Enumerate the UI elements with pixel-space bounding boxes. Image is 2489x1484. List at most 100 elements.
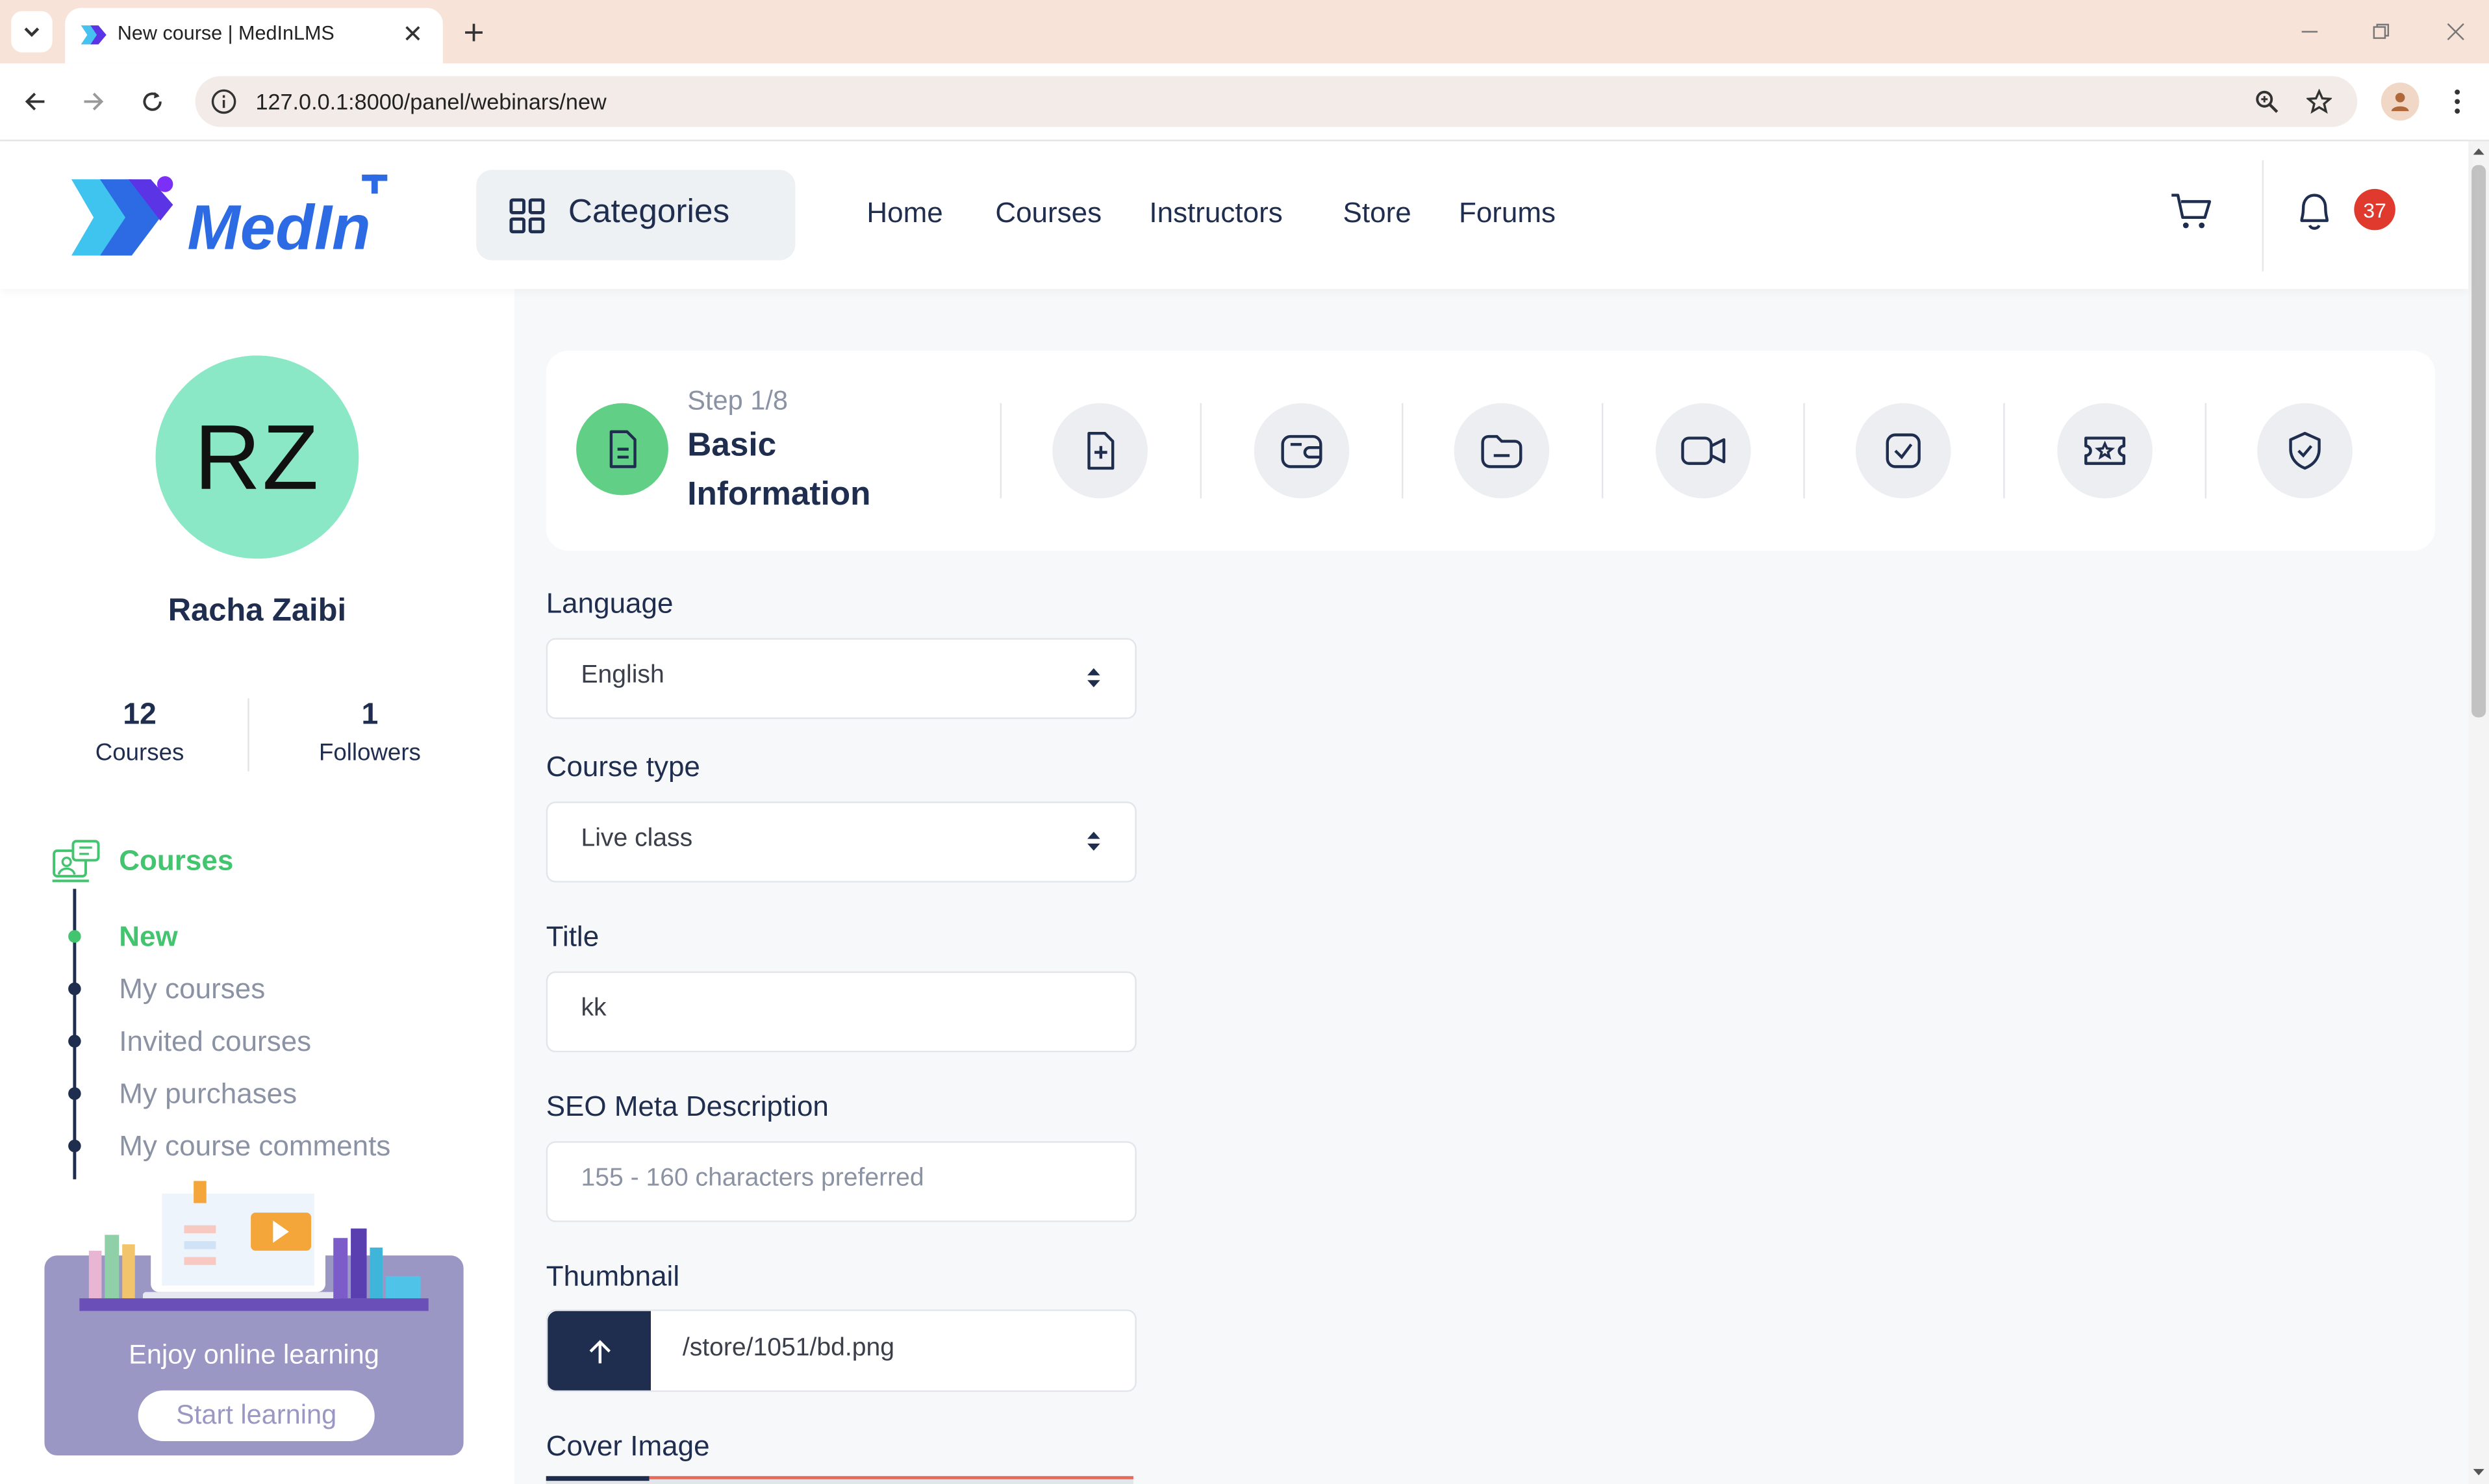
step-separator xyxy=(2205,403,2207,499)
thumbnail-input[interactable]: /store/1051/bd.png xyxy=(546,1309,1137,1392)
address-bar[interactable]: 127.0.0.1:8000/panel/webinars/new xyxy=(195,76,2358,127)
checkbox-icon[interactable] xyxy=(1855,403,1951,499)
plus-icon[interactable] xyxy=(457,16,489,47)
nav-home[interactable]: Home xyxy=(866,197,942,230)
tab-title: New course | MedInLMS xyxy=(117,22,335,45)
categories-button[interactable]: Categories xyxy=(476,170,796,260)
nav-instructors[interactable]: Instructors xyxy=(1149,197,1282,230)
stat-followers: 1 Followers xyxy=(251,698,489,766)
step-separator xyxy=(1601,403,1604,499)
title-value: kk xyxy=(581,995,607,1022)
sidebar-item-new[interactable]: New xyxy=(119,920,177,953)
file-text-icon[interactable] xyxy=(576,403,668,496)
scrollbar-thumb[interactable] xyxy=(2471,165,2486,718)
nav-store[interactable]: Store xyxy=(1343,197,1411,230)
logo-text: MedIn xyxy=(187,192,370,262)
cover-image-input[interactable] xyxy=(546,1476,1133,1484)
site-header: MedIn Categories Home Courses Instructor… xyxy=(0,141,2469,289)
seo-description-label: SEO Meta Description xyxy=(546,1090,829,1122)
folder-minus-icon[interactable] xyxy=(1454,403,1550,499)
browser-tab-strip: New course | MedInLMS xyxy=(0,0,2489,64)
forward-arrow-icon[interactable] xyxy=(76,84,111,119)
page: New course | MedInLMS 127.0.0.1:8000/pan… xyxy=(0,0,2489,1484)
window-close-icon[interactable] xyxy=(2440,16,2471,47)
tab-search-icon[interactable] xyxy=(11,11,53,53)
url-text: 127.0.0.1:8000/panel/webinars/new xyxy=(255,88,607,114)
thumbnail-path: /store/1051/bd.png xyxy=(682,1335,894,1362)
categories-label: Categories xyxy=(568,194,730,231)
wallet-icon[interactable] xyxy=(1254,403,1350,499)
browser-toolbar: 127.0.0.1:8000/panel/webinars/new xyxy=(0,63,2489,142)
stat-followers-value: 1 xyxy=(361,698,379,732)
cover-upload-button[interactable] xyxy=(546,1476,650,1481)
cover-error-border xyxy=(649,1476,1133,1479)
menu-dot xyxy=(68,982,81,996)
sidebar-item-invited-courses[interactable]: Invited courses xyxy=(119,1025,311,1059)
stat-followers-label: Followers xyxy=(318,739,421,767)
language-select[interactable]: English xyxy=(546,638,1137,720)
shield-check-icon[interactable] xyxy=(2257,403,2353,499)
avatar[interactable]: RZ xyxy=(155,355,359,559)
main-content: Step 1/8 Basic Information Language Engl… xyxy=(514,288,2469,1484)
step-title: Basic Information xyxy=(687,427,871,513)
ticket-star-icon[interactable] xyxy=(2057,403,2153,499)
sidebar-item-my-courses[interactable]: My courses xyxy=(119,973,265,1006)
nav-courses[interactable]: Courses xyxy=(995,197,1102,230)
seo-description-placeholder: 155 - 160 characters preferred xyxy=(581,1164,924,1192)
title-input[interactable]: kk xyxy=(546,971,1137,1053)
upload-button[interactable] xyxy=(548,1311,651,1390)
profile-icon[interactable] xyxy=(2381,82,2420,121)
menu-dot xyxy=(68,1035,81,1048)
user-name[interactable]: Racha Zaibi xyxy=(0,594,514,630)
browser-tab[interactable]: New course | MedInLMS xyxy=(65,8,443,64)
close-icon[interactable] xyxy=(398,19,427,47)
zoom-icon[interactable] xyxy=(2251,86,2282,118)
language-label: Language xyxy=(546,587,674,620)
step-separator xyxy=(1803,403,1805,499)
more-vertical-icon[interactable] xyxy=(2442,84,2473,119)
sidebar-item-my-course-comments[interactable]: My course comments xyxy=(119,1130,390,1163)
notification-badge[interactable]: 37 xyxy=(2354,188,2395,231)
grid-icon xyxy=(509,198,545,234)
course-type-value: Live class xyxy=(581,825,693,853)
medin-logo[interactable]: MedIn xyxy=(68,173,418,262)
start-learning-button[interactable]: Start learning xyxy=(138,1390,375,1442)
nav-forums[interactable]: Forums xyxy=(1459,197,1556,230)
bell-icon[interactable] xyxy=(2293,189,2335,233)
courses-menu-title[interactable]: Courses xyxy=(119,844,233,877)
menu-dot xyxy=(68,930,81,943)
page-scrollbar[interactable] xyxy=(2468,141,2489,1484)
arrow-up-icon xyxy=(588,1339,610,1363)
cart-icon[interactable] xyxy=(2168,189,2212,233)
stat-divider xyxy=(247,698,249,772)
cover-image-label: Cover Image xyxy=(546,1429,710,1462)
star-icon[interactable] xyxy=(2303,86,2335,118)
step-number: Step 1/8 xyxy=(687,385,788,416)
video-icon[interactable] xyxy=(1655,403,1751,499)
stat-courses: 12 Courses xyxy=(21,698,259,766)
promo-text: Enjoy online learning xyxy=(129,1339,379,1370)
select-arrows-icon xyxy=(1087,668,1100,688)
scroll-down-icon[interactable] xyxy=(2471,1465,2486,1479)
stat-courses-label: Courses xyxy=(95,739,184,767)
info-icon[interactable] xyxy=(210,87,238,116)
reload-icon[interactable] xyxy=(135,84,170,119)
seo-description-input[interactable]: 155 - 160 characters preferred xyxy=(546,1141,1137,1222)
sidebar-item-my-purchases[interactable]: My purchases xyxy=(119,1077,297,1111)
restore-icon[interactable] xyxy=(2365,16,2397,47)
scroll-up-icon[interactable] xyxy=(2471,144,2486,158)
language-value: English xyxy=(581,662,664,689)
step-separator xyxy=(1401,403,1404,499)
select-arrows-icon xyxy=(1087,831,1100,851)
back-arrow-icon[interactable] xyxy=(18,84,53,119)
sidebar: RZ Racha Zaibi 12 Courses 1 Followers Co… xyxy=(0,288,514,1484)
course-type-select[interactable]: Live class xyxy=(546,801,1137,883)
menu-dot xyxy=(68,1139,81,1153)
courses-menu-icon xyxy=(52,840,100,883)
step-separator xyxy=(1200,403,1202,499)
step-separator xyxy=(2003,403,2005,499)
file-plus-icon[interactable] xyxy=(1052,403,1148,499)
favicon-icon xyxy=(81,25,107,45)
title-label: Title xyxy=(546,920,600,953)
minimize-icon[interactable] xyxy=(2293,16,2325,47)
